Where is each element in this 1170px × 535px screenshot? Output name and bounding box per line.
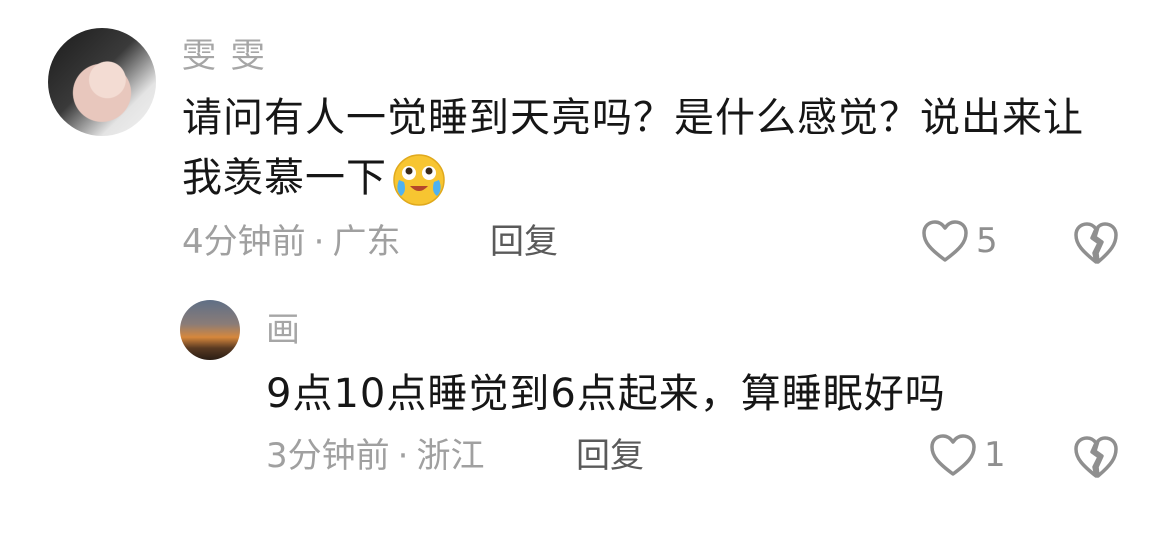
comment-location: 广东: [332, 222, 401, 262]
comment-content: 请问有人一觉睡到天亮吗？是什么感觉？说出来让我羡慕一下: [182, 88, 1102, 208]
dislike-button[interactable]: [1072, 220, 1120, 266]
comment-username[interactable]: 雯 雯: [182, 36, 267, 76]
comment-location: 浙江: [416, 436, 485, 476]
comment-text: 请问有人一觉睡到天亮吗？是什么感觉？说出来让我羡慕一下: [182, 95, 1084, 201]
meta-separator: ·: [313, 222, 325, 262]
comment-meta: 3分钟前 · 浙江: [266, 436, 484, 476]
comment-time: 3分钟前: [266, 436, 390, 476]
comment-meta: 4分钟前 · 广东: [182, 222, 400, 262]
comment-time: 4分钟前: [182, 222, 306, 262]
reply-button[interactable]: 回复: [490, 222, 558, 262]
broken-heart-icon: [1074, 436, 1118, 478]
meta-separator: ·: [397, 436, 409, 476]
reply-button[interactable]: 回复: [576, 436, 644, 476]
comment-text: 9点10点睡觉到6点起来，算睡眠好吗: [266, 371, 946, 417]
comment-content: 9点10点睡觉到6点起来，算睡眠好吗: [266, 364, 1106, 424]
dislike-button[interactable]: [1072, 434, 1120, 480]
crying-laughing-emoji-icon: [393, 154, 445, 206]
like-count: 1: [984, 435, 1006, 475]
broken-heart-icon: [1074, 222, 1118, 264]
avatar[interactable]: [48, 28, 156, 136]
like-button[interactable]: 5: [920, 218, 998, 264]
avatar[interactable]: [180, 300, 240, 360]
like-count: 5: [976, 221, 998, 261]
like-button[interactable]: 1: [928, 432, 1006, 478]
heart-outline-icon: [930, 434, 976, 476]
comment-username[interactable]: 画: [266, 310, 302, 350]
heart-outline-icon: [922, 220, 968, 262]
